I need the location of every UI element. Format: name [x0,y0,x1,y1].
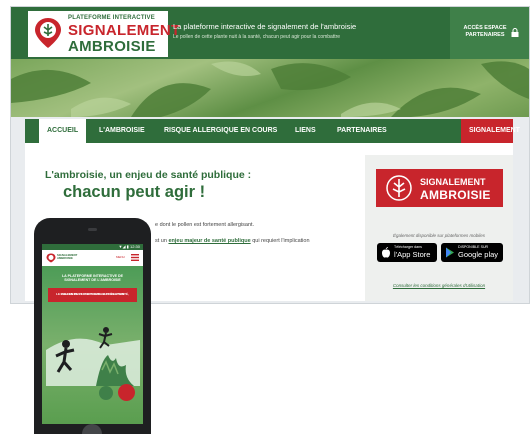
page-title-line2: chacun peut agir ! [63,183,206,201]
phone-hero: LA PLATEFORME INTERACTIVE DE SIGNALEMENT … [42,266,143,424]
phone-logo-icon [46,253,56,263]
phone-button-green[interactable] [99,386,113,400]
nav-signalement[interactable]: SIGNALEMENT [461,119,520,143]
site-logo[interactable]: PLATEFORME INTERACTIVE SIGNALEMENT AMBRO… [28,11,180,57]
report-panel: SIGNALEMENT AMBROISIE Également disponib… [365,155,513,301]
header-tagline: La plateforme interactive de signalement… [173,22,357,31]
nav-liens[interactable]: LIENS [287,119,324,143]
signalement-ambroisie-button[interactable]: SIGNALEMENT AMBROISIE [376,169,503,207]
page-title-line1: L'ambroisie, un enjeu de santé publique … [45,169,252,181]
sig-button-line1: SIGNALEMENT [420,177,486,187]
ragweed-icon [386,175,412,201]
nav-ambroisie[interactable]: L'AMBROISIE [91,119,153,143]
ragweed-leaves-image [11,61,529,117]
phone-home-button [82,424,102,434]
apple-icon [382,247,390,258]
phone-menu-label[interactable]: MENU [116,255,125,259]
google-play-big: Google play [458,250,499,259]
app-store-small: Télécharger dans [394,245,422,249]
google-play-small: DISPONIBLE SUR [458,245,489,249]
mobile-availability-text: Également disponible sur plateformes mob… [392,233,486,238]
app-store-big: l'App Store [394,250,431,259]
nav-partenaires[interactable]: PARTENAIRES [329,119,395,143]
smartphone-mockup: ▼◢ ▮ 12:30 SIGNALEMENT AMBROISIE MENU LA … [34,218,151,434]
sig-button-line2: AMBROISIE [420,188,491,202]
lock-icon [511,28,519,37]
phone-header: SIGNALEMENT AMBROISIE MENU [42,250,143,266]
nav-accueil[interactable]: ACCUEIL [39,119,87,143]
map-pin-icon [35,18,61,48]
phone-illustration [46,327,140,386]
google-play-badge[interactable]: DISPONIBLE SUR Google play [441,243,503,262]
hero-banner-plants [11,59,529,117]
partner-access-button[interactable]: ACCÈS ESPACE PARTENAIRES [450,7,529,59]
logo-title-green: AMBROISIE [68,38,156,55]
logo-title-red: SIGNALEMENT [68,22,181,39]
intro-text-1: e dont le pollen est fortement allergisa… [155,222,255,228]
partner-access-label: ACCÈS ESPACE PARTENAIRES [463,25,507,38]
phone-hero-title: LA PLATEFORME INTERACTIVE DE SIGNALEMENT … [61,274,124,283]
logo-small-text: PLATEFORME INTERACTIVE [68,15,155,21]
phone-camera [88,228,97,231]
phone-screen: ▼◢ ▮ 12:30 SIGNALEMENT AMBROISIE MENU LA … [42,244,143,424]
hamburger-icon[interactable] [131,254,139,261]
phone-red-banner: LE POLLEN DE CETTE PLANTE NUIT À LA SANT… [48,288,137,302]
app-store-badge[interactable]: Télécharger dans l'App Store [377,243,437,262]
nav-risque-allergique[interactable]: RISQUE ALLERGIQUE EN COURS [156,119,285,143]
main-navigation: ACCUEIL L'AMBROISIE RISQUE ALLERGIQUE EN… [25,119,520,143]
phone-logo-text: SIGNALEMENT AMBROISIE [57,253,78,261]
conditions-link[interactable]: Consulter les conditions générales d'uti… [365,283,513,288]
header-subtagline: Le pollen de cette plante nuit à la sant… [173,34,341,40]
phone-button-red[interactable] [118,384,135,401]
site-header: PLATEFORME INTERACTIVE SIGNALEMENT AMBRO… [11,7,529,59]
sante-publique-link[interactable]: enjeu majeur de santé publique [168,238,250,244]
play-triangle-icon [446,247,454,258]
intro-text-2: st un enjeu majeur de santé publique qui… [155,238,310,244]
